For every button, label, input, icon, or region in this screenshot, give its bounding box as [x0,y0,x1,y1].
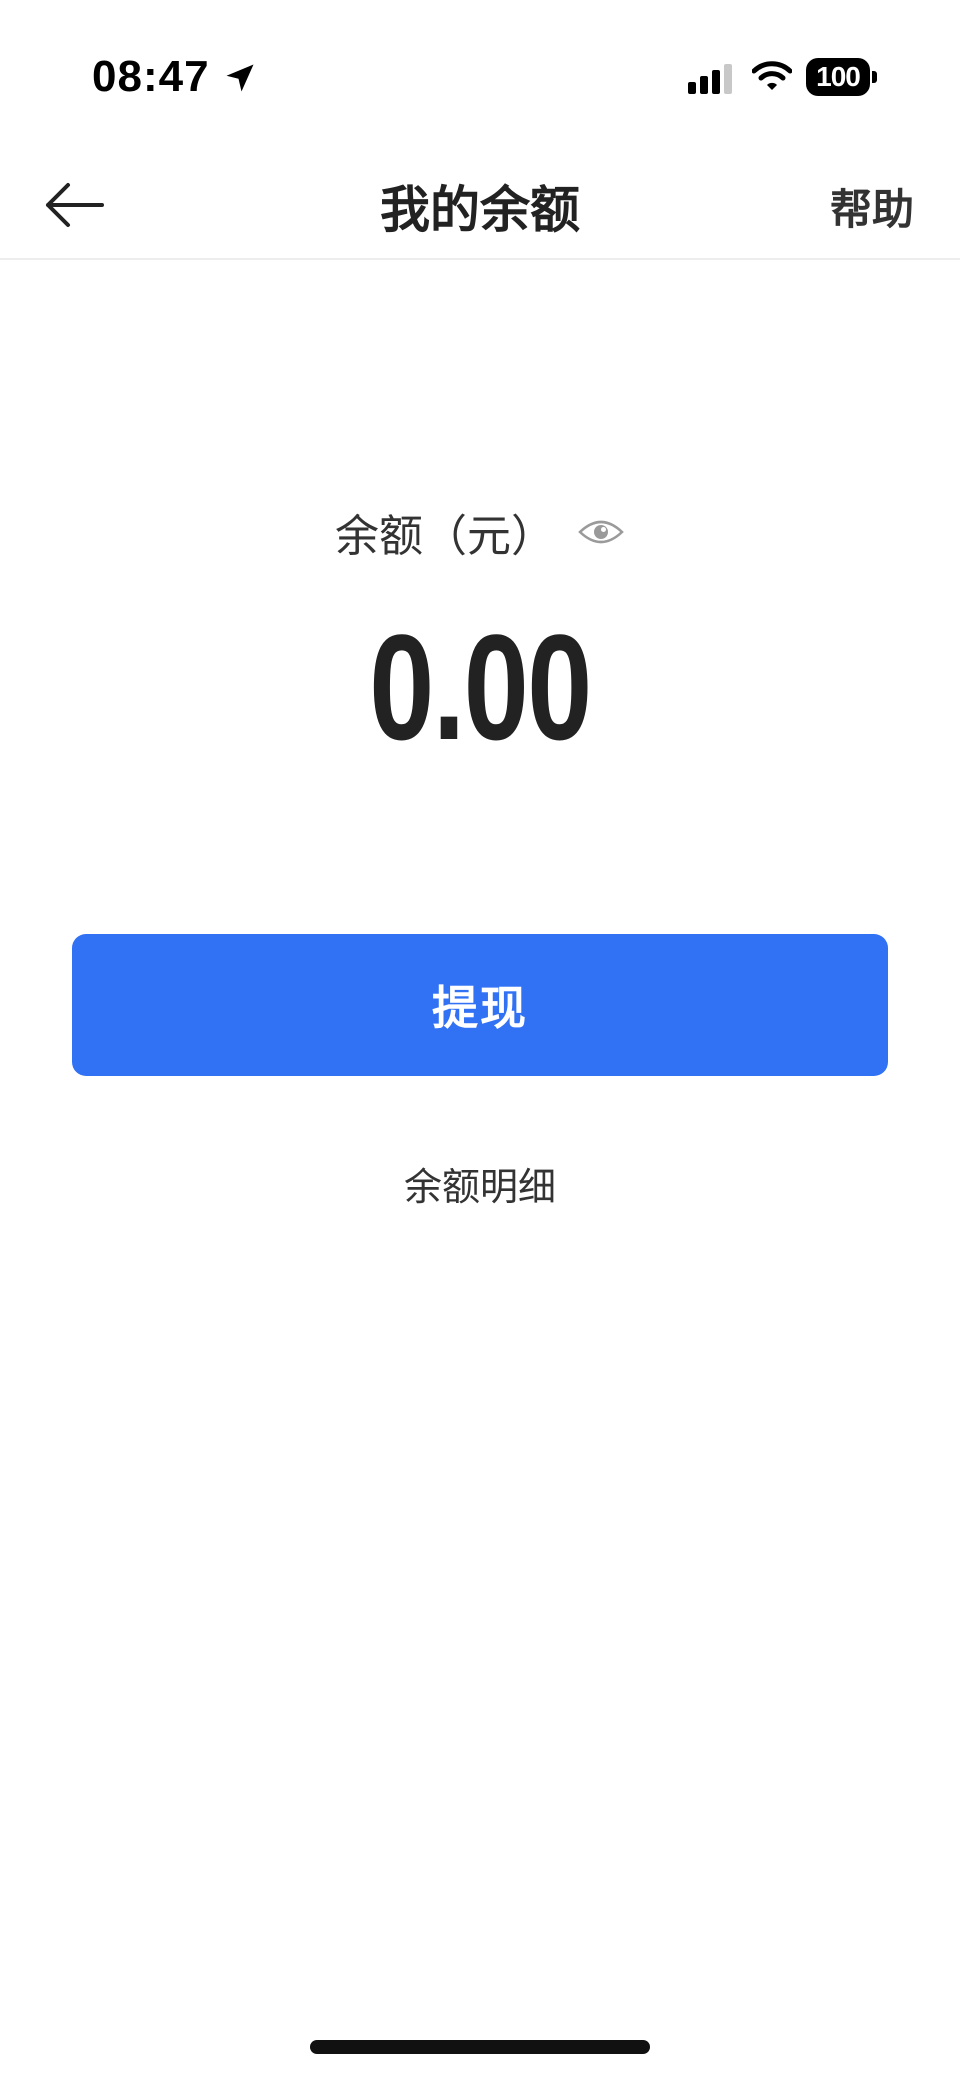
nav-bar: 我的余额 帮助 [0,150,960,260]
battery-body: 100 [806,58,870,96]
balance-label: 余额（元） [335,511,555,562]
signal-icon [688,64,732,94]
balance-amount: 0.00 [369,603,592,771]
balance-details-link[interactable]: 余额明细 [0,1156,960,1211]
status-bar: 08:47 100 [0,0,960,150]
balance-label-row: 余额（元） [0,500,960,564]
help-button[interactable]: 帮助 [830,176,914,237]
location-arrow-icon [226,64,254,92]
withdraw-label: 提现 [432,981,528,1035]
wifi-icon [752,61,792,90]
status-time: 08:47 [92,52,210,101]
battery-cap [872,71,877,83]
eye-icon[interactable] [577,512,625,552]
withdraw-button[interactable]: 提现 [72,934,888,1076]
page-title: 我的余额 [380,181,580,239]
home-indicator[interactable] [310,2040,650,2054]
balance-screen: 08:47 100 我的余额 帮助 余额（元） 0.00 提现 余额明细 [0,0,960,2079]
battery-level: 100 [816,61,861,92]
battery-icon: 100 [806,58,877,96]
